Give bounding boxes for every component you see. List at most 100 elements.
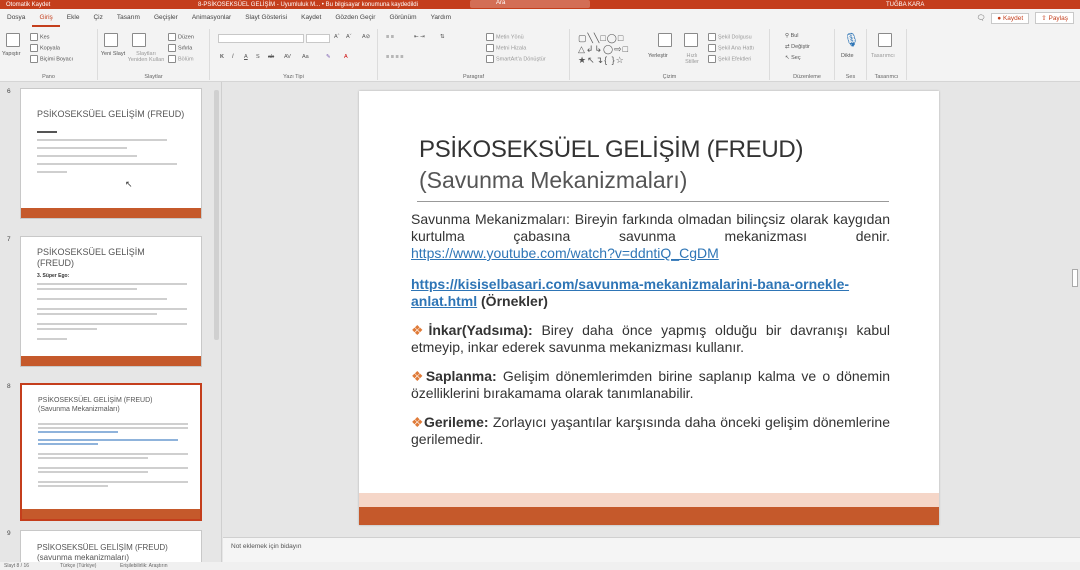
layout-icon: [168, 33, 176, 41]
replace-label: Değiştir: [791, 44, 810, 50]
font-color-icon[interactable]: A: [344, 54, 348, 60]
reset-button[interactable]: Sıfırla: [168, 44, 192, 52]
tab-kaydet[interactable]: Kaydet: [294, 9, 328, 27]
fill-icon: [708, 33, 716, 41]
slide-thumbnail-6[interactable]: PSİKOSEKSÜEL GELİŞİM (FREUD) ↖: [20, 88, 202, 219]
clear-format-icon[interactable]: A⊘: [362, 34, 370, 40]
bullet-saplanma: ❖Saplanma: Gelişim dönemlerimden birine …: [411, 368, 890, 402]
tab-gorunum[interactable]: Görünüm: [382, 9, 423, 27]
new-slide-label: Yeni Slayt: [100, 51, 126, 57]
designer-button[interactable]: [878, 33, 894, 47]
case-icon[interactable]: Aa: [302, 54, 309, 60]
current-slide[interactable]: PSİKOSEKSÜEL GELİŞİM (FREUD) (Savunma Me…: [359, 91, 939, 525]
tab-animasyonlar[interactable]: Animasyonlar: [185, 9, 238, 27]
record-button[interactable]: ● Kaydet: [991, 12, 1030, 24]
accessibility-indicator[interactable]: Erişilebilirlik: Araştırın: [120, 563, 168, 569]
share-button[interactable]: ⇧ Paylaş: [1035, 12, 1074, 24]
tab-slayt-gosterisi[interactable]: Slayt Gösterisi: [238, 9, 294, 27]
slide-subtitle[interactable]: (Savunma Mekanizmaları): [419, 167, 687, 194]
spacing-icon[interactable]: AV: [284, 54, 291, 60]
line-spacing-icon[interactable]: ⇅: [440, 34, 445, 40]
group-label-duzenleme: Düzenleme: [793, 74, 821, 80]
slide-title[interactable]: PSİKOSEKSÜEL GELİŞİM (FREUD): [419, 136, 803, 164]
align-text-button[interactable]: Metni Hizala: [486, 44, 526, 52]
select-label: Seç: [791, 55, 801, 61]
replace-button[interactable]: ⇄ Değiştir: [785, 44, 810, 50]
youtube-link[interactable]: https://www.youtube.com/watch?v=ddntiQ_C…: [411, 245, 719, 261]
smartart-icon: [486, 55, 494, 63]
shadow-icon[interactable]: S: [256, 54, 260, 60]
strikethrough-icon[interactable]: ab: [268, 54, 274, 60]
slide-thumbnail-7[interactable]: PSİKOSEKSÜEL GELİŞİM (FREUD) 3. Süper Eg…: [20, 236, 202, 367]
thumb-subheading: 3. Süper Ego:: [37, 273, 70, 279]
section-button[interactable]: Bölüm: [168, 55, 194, 63]
copy-button[interactable]: Kopyala: [30, 44, 60, 52]
new-slide-icon: [104, 33, 118, 47]
autosave-label[interactable]: Otomatik Kaydet: [6, 2, 50, 8]
slide-thumbnail-8[interactable]: PSİKOSEKSÜEL GELİŞİM (FREUD) (Savunma Me…: [20, 383, 202, 521]
microphone-icon[interactable]: 🎙: [843, 32, 860, 48]
designer-icon: [878, 33, 892, 47]
reset-icon: [168, 44, 176, 52]
user-name[interactable]: TUĞBA KARA: [886, 2, 924, 8]
tab-gozden-gecir[interactable]: Gözden Geçir: [328, 9, 382, 27]
reuse-slides-button[interactable]: [132, 33, 148, 47]
thumbnail-scrollbar[interactable]: [214, 90, 219, 340]
group-slaytlar: Yeni Slayt Slaytları Yeniden Kullan Düze…: [98, 29, 210, 80]
examples-suffix: (Örnekler): [477, 293, 548, 309]
new-slide-button[interactable]: [104, 33, 120, 47]
grow-font-icon[interactable]: Aˆ: [334, 34, 340, 40]
shape-effects-button[interactable]: Şekil Efektleri: [708, 55, 751, 63]
tab-tasarim[interactable]: Tasarım: [110, 9, 147, 27]
shrink-font-icon[interactable]: Aˇ: [346, 34, 352, 40]
layout-button[interactable]: Düzen: [168, 33, 194, 41]
comments-icon[interactable]: 🗨: [976, 14, 985, 22]
language-indicator[interactable]: Türkçe (Türkiye): [60, 563, 96, 569]
select-button[interactable]: ↖ Seç: [785, 55, 801, 61]
bold-icon[interactable]: K: [220, 54, 224, 60]
tab-ekle[interactable]: Ekle: [60, 9, 87, 27]
bullets-icon[interactable]: ≡ ≡: [386, 34, 394, 40]
shapes-gallery-row3[interactable]: ★↖↴{ }☆: [578, 55, 625, 66]
smartart-button[interactable]: SmartArt'a Dönüştür: [486, 55, 546, 63]
cut-button[interactable]: Kes: [30, 33, 49, 41]
shapes-gallery-row2[interactable]: △↲↳◯⇨□: [578, 44, 629, 55]
thumb-text-line: [37, 323, 187, 325]
tab-yardim[interactable]: Yardım: [424, 9, 458, 27]
thumb-text-line: [37, 298, 167, 300]
shapes-gallery[interactable]: ▢╲╲□◯□: [578, 33, 624, 44]
tab-ciz[interactable]: Çiz: [86, 9, 109, 27]
font-name-combo[interactable]: [218, 34, 304, 43]
arrange-button[interactable]: [658, 33, 674, 47]
slide-editor: PSİKOSEKSÜEL GELİŞİM (FREUD) (Savunma Me…: [223, 82, 1080, 537]
paste-button[interactable]: [6, 33, 22, 47]
find-button[interactable]: ⚲ Bul: [785, 33, 799, 39]
group-label-paragraf: Paragraf: [462, 74, 485, 80]
tab-dosya[interactable]: Dosya: [0, 9, 32, 27]
highlight-icon[interactable]: ✎: [326, 54, 331, 60]
search-box[interactable]: Ara: [470, 0, 590, 8]
notes-pane[interactable]: Not eklemek için bidayın: [223, 537, 1080, 562]
quick-styles-button[interactable]: [684, 33, 700, 47]
format-painter-button[interactable]: Biçimi Boyacı: [30, 55, 73, 63]
align-icons[interactable]: ≡ ≡ ≡ ≡: [386, 54, 403, 60]
thumb-title: PSİKOSEKSÜEL GELİŞİM (FREUD): [37, 109, 185, 119]
tab-giris[interactable]: Giriş: [32, 9, 60, 27]
text-direction-icon: [486, 33, 494, 41]
underline-icon[interactable]: A: [244, 54, 248, 60]
editor-scrollbar-thumb[interactable]: [1072, 269, 1078, 287]
indent-icon[interactable]: ⇤ ⇥: [414, 34, 425, 40]
group-label-cizim: Çizim: [662, 74, 677, 80]
bullet-gerileme: ❖Gerileme: Zorlayıcı yaşantılar karşısın…: [411, 414, 890, 448]
text-direction-button[interactable]: Metin Yönü: [486, 33, 524, 41]
thumb-text-line: [37, 139, 167, 141]
shape-outline-button[interactable]: Şekil Ana Hattı: [708, 44, 754, 52]
shape-fill-button[interactable]: Şekil Dolgusu: [708, 33, 752, 41]
thumb-link-line: [38, 443, 98, 445]
slide-counter: Slayt 8 / 16: [4, 563, 30, 569]
slide-body[interactable]: Savunma Mekanizmaları: Bireyin farkında …: [411, 211, 890, 460]
italic-icon[interactable]: İ: [232, 54, 234, 60]
thumb-footer-bar: [22, 509, 200, 519]
font-size-combo[interactable]: [306, 34, 330, 43]
tab-gecisler[interactable]: Geçişler: [147, 9, 185, 27]
